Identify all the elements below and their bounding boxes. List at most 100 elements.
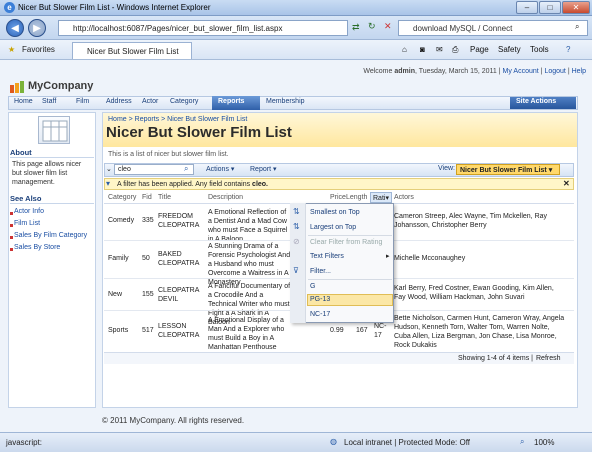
rss-icon[interactable]: ◙ [420,45,425,54]
safety-menu[interactable]: Safety [498,45,521,54]
col-title[interactable]: Title [158,194,171,201]
menu-reports[interactable]: Reports [212,96,260,110]
menu-actor[interactable]: Actor [142,98,158,105]
window-titlebar: e Nicer But Slower Film List - Windows I… [0,0,592,16]
chevron-down-icon[interactable]: ▾ [106,179,110,188]
favorites-button[interactable]: Favorites [22,45,55,54]
cell-actors: Michelle Mcconaughey [394,255,466,262]
minimize-button[interactable]: – [516,1,538,14]
forward-button[interactable]: ▶ [28,19,46,37]
logout-link[interactable]: Logout [544,68,565,75]
maximize-button[interactable]: □ [539,1,561,14]
menu-clear-filter[interactable]: Clear Filter from Rating [310,239,382,246]
menu-value-pg13[interactable]: PG-13 [310,296,330,303]
cell-title[interactable]: FREEDOM CLEOPATRA [158,212,204,230]
cell-description: A Emotional Display of a Man And a Explo… [208,317,285,351]
menu-staff[interactable]: Staff [42,98,56,105]
menu-membership[interactable]: Membership [266,98,305,105]
cell-actors: Bette Nicholson, Carmen Hunt, Cameron Wr… [394,315,565,349]
quick-find-input[interactable]: cleo [114,164,194,175]
menu-value-nc17[interactable]: NC-17 [310,311,330,318]
company-name: MyCompany [28,80,94,92]
refresh-link[interactable]: Refresh [536,354,561,363]
address-bar: ◀ ▶ http://localhost:6087/Pages/nicer_bu… [0,16,592,40]
sidebar-link-film-list[interactable]: Film List [14,220,40,227]
site-actions-button[interactable]: Site Actions [510,97,576,109]
submenu-arrow-icon: ▸ [386,253,390,260]
url-input[interactable]: http://localhost:6087/Pages/nicer_but_sl… [58,20,348,36]
sidebar-link-sales-by-film-category[interactable]: Sales By Film Category [14,232,87,239]
print-icon[interactable]: ⎙ [452,45,458,55]
date-text: , Tuesday, March 15, 2011 | [414,68,501,75]
cell-category: Family [108,255,129,262]
cell-category: Comedy [108,217,135,224]
search-icon[interactable]: ⌕ [575,22,579,32]
col-category[interactable]: Category [108,194,136,201]
page-illustration [38,116,70,144]
my-account-link[interactable]: My Account [503,68,539,75]
sidebar-link-actor-info[interactable]: Actor Info [14,208,44,215]
menu-category[interactable]: Category [170,98,198,105]
welcome-label: Welcome [363,68,393,75]
cell-title[interactable]: BAKED CLEOPATRA [158,250,204,268]
cell-fid: 517 [142,327,154,334]
footer-copyright: © 2011 MyCompany. All rights reserved. [102,416,245,425]
col-rating[interactable]: Rati▾ [370,192,392,203]
report-label: Report [250,166,272,173]
about-text: This page allows nicer but slower film l… [12,161,82,186]
help-icon[interactable]: ? [566,45,570,54]
cell-title[interactable]: LESSON CLEOPATRA [158,322,204,340]
col-price[interactable]: Price [330,194,346,201]
col-fid[interactable]: Fid [142,194,152,201]
menu-film[interactable]: Film [76,98,89,105]
menu-home[interactable]: Home [14,98,33,105]
sidebar-link-sales-by-store[interactable]: Sales By Store [14,244,60,251]
menu-address[interactable]: Address [106,98,132,105]
menu-filter[interactable]: Filter... [310,268,331,275]
search-icon[interactable]: ⌕ [184,164,188,174]
tab-title: Nicer But Slower Film List [87,47,179,56]
report-menu[interactable]: Report ▾ [250,165,276,173]
cell-description: A Stunning Drama of a Forensic Psycholog… [208,243,291,286]
menu-text-filters[interactable]: Text Filters [310,253,344,260]
menu-sort-smallest[interactable]: Smallest on Top [310,209,360,216]
actions-menu[interactable]: Actions ▾ [206,165,234,173]
view-selector[interactable]: Nicer But Slower Film List ▾ [456,164,560,175]
cell-category: Sports [108,327,129,334]
status-bar: javascript: ◍ Local intranet | Protected… [0,432,592,452]
search-input[interactable]: download MySQL / Connect [398,20,588,36]
home-icon[interactable]: ⌂ [402,45,407,54]
sort-descending-icon: ⇅ [293,222,300,231]
tab-active[interactable]: Nicer But Slower Film List [72,42,192,59]
menu-sort-largest[interactable]: Largest on Top [310,224,356,231]
close-button[interactable]: ✕ [562,1,590,14]
col-length[interactable]: Length [346,194,367,201]
col-description[interactable]: Description [208,194,243,201]
company-logo-icon [10,81,24,93]
zoom-icon: ⌕ [520,437,525,446]
refresh-icon[interactable]: ↻ [368,21,376,32]
cell-title[interactable]: CLEOPATRA DEVIL [158,286,204,304]
back-button[interactable]: ◀ [6,19,24,37]
stop-icon[interactable]: ✕ [384,21,392,32]
security-zone[interactable]: Local intranet | Protected Mode: Off [344,438,470,447]
cell-description: A Emotional Reflection of a Dentist And … [208,209,288,243]
menu-value-g[interactable]: G [310,283,315,290]
actions-label: Actions [206,166,229,173]
mail-icon[interactable]: ✉ [436,45,443,54]
menu-separator [308,279,392,280]
page-menu[interactable]: Page [470,45,489,54]
help-link[interactable]: Help [572,68,586,75]
tools-menu[interactable]: Tools [530,45,549,54]
cell-price: 0.99 [330,327,344,334]
status-text: javascript: [6,438,43,447]
bullet-icon [10,212,13,215]
zoom-level[interactable]: 100% [534,438,554,447]
breadcrumb[interactable]: Home > Reports > Nicer But Slower Film L… [108,116,247,123]
clear-filter-close-icon[interactable]: ✕ [563,179,570,188]
chevron-down-icon[interactable]: ⌄ [106,165,112,173]
menu-separator [308,235,392,236]
compat-icon[interactable]: ⇄ [352,22,360,33]
cell-rating: NC-17 [374,323,387,339]
col-actors[interactable]: Actors [394,194,414,201]
